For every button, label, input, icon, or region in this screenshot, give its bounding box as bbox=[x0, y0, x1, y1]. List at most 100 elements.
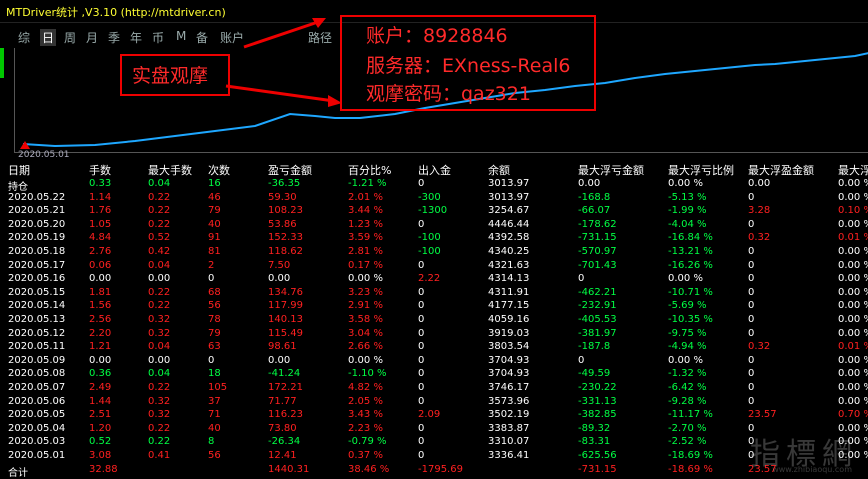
table-cell: -26.34 bbox=[268, 436, 301, 448]
table-cell: -331.13 bbox=[578, 395, 617, 407]
table-cell: -9.28 % bbox=[668, 395, 707, 407]
table-cell: 117.99 bbox=[268, 300, 303, 312]
table-cell: 0.32 bbox=[148, 327, 171, 339]
table-cell: -1.32 % bbox=[668, 368, 707, 380]
table-row[interactable]: 2020.05.20 1.05 0.22 40 53.86 1.23 % 0 4446.44 -… bbox=[0, 219, 868, 232]
table-cell: 0 bbox=[748, 246, 755, 257]
table-row[interactable]: 2020.05.16 0.00 0.00 0 0.00 0.00 % 2.22 4314.13… bbox=[0, 273, 868, 286]
table-cell: 2020.05.15 bbox=[8, 286, 66, 298]
table-cell: 3704.93 bbox=[488, 368, 530, 380]
tab-day[interactable]: 日 bbox=[40, 29, 57, 46]
table-cell: 2.22 bbox=[418, 273, 441, 285]
col-max-lots: 最大手数 bbox=[148, 164, 192, 177]
table-cell: 2020.05.21 bbox=[8, 205, 66, 217]
table-cell: 0.00 % bbox=[838, 218, 868, 230]
table-row[interactable]: 2020.05.05 2.51 0.32 71 116.23 3.43 % 2.09 3502… bbox=[0, 409, 868, 422]
table-cell: 2.20 bbox=[89, 327, 112, 339]
table-row[interactable]: 2020.05.22 1.14 0.22 46 59.30 2.01 % -300 3013.… bbox=[0, 192, 868, 205]
table-row[interactable]: 持仓 0.33 0.04 16 -36.35 -1.21 % 0 3013.97 0.00 0.0… bbox=[0, 178, 868, 193]
table-cell: -41.24 bbox=[268, 368, 301, 380]
table-cell: 0 bbox=[418, 368, 425, 380]
table-cell: 0 bbox=[418, 422, 425, 434]
table-cell: 1.20 bbox=[89, 422, 112, 434]
tab-summary[interactable]: 综 bbox=[18, 29, 30, 46]
table-row[interactable]: 2020.05.11 1.21 0.04 63 98.61 2.66 % 0 3803.54 -… bbox=[0, 341, 868, 354]
table-cell: -405.53 bbox=[578, 314, 617, 325]
tab-year[interactable]: 年 bbox=[130, 29, 142, 46]
table-cell: 4340.25 bbox=[488, 246, 530, 257]
table-cell: 78 bbox=[208, 314, 221, 325]
table-row[interactable]: 2020.05.15 1.81 0.22 68 134.76 3.23 % 0 4311.91… bbox=[0, 287, 868, 300]
server-name: 服务器：EXness-Real6 bbox=[366, 55, 571, 77]
table-row[interactable]: 2020.05.19 4.84 0.52 91 152.33 3.59 % -100 4392… bbox=[0, 232, 868, 245]
tab-account[interactable]: 账户 bbox=[220, 29, 244, 46]
table-cell: -66.07 bbox=[578, 205, 611, 217]
table-cell: -570.97 bbox=[578, 246, 617, 257]
table-row[interactable]: 2020.05.12 2.20 0.32 79 115.49 3.04 % 0 3919.03… bbox=[0, 328, 868, 341]
table-cell: -0.79 % bbox=[348, 436, 387, 448]
tab-week[interactable]: 周 bbox=[64, 29, 76, 46]
table-cell: -36.35 bbox=[268, 178, 301, 189]
table-cell: 2020.05.12 bbox=[8, 327, 66, 339]
table-cell: 2020.05.19 bbox=[8, 232, 66, 244]
table-row[interactable]: 2020.05.18 2.76 0.42 81 118.62 2.81 % -100 4340… bbox=[0, 246, 868, 259]
tab-path[interactable]: 路径 bbox=[308, 29, 332, 46]
table-cell: 0.01 % bbox=[838, 341, 868, 353]
table-cell: 46 bbox=[208, 191, 221, 203]
watermark-url: www.zhibiaoqu.com bbox=[772, 465, 852, 474]
table-row[interactable]: 2020.05.13 2.56 0.32 78 140.13 3.58 % 0 4059.16… bbox=[0, 314, 868, 327]
table-cell: 0.37 % bbox=[348, 450, 383, 461]
table-cell: 0 bbox=[418, 450, 425, 461]
table-cell: 0.32 bbox=[148, 395, 171, 407]
table-row[interactable]: 2020.05.08 0.36 0.04 18 -41.24 -1.10 % 0 3704.9… bbox=[0, 368, 868, 381]
table-cell: 0.00 bbox=[268, 273, 291, 285]
tab-notes[interactable]: 备 bbox=[196, 29, 208, 46]
table-row[interactable]: 2020.05.09 0.00 0.00 0 0.00 0.00 % 0 3704.93 0 0.… bbox=[0, 355, 868, 368]
table-row[interactable]: 2020.05.21 1.76 0.22 79 108.23 3.44 % -1300 325… bbox=[0, 205, 868, 218]
col-count: 次数 bbox=[208, 164, 230, 177]
table-cell: 0.00 bbox=[578, 178, 601, 189]
table-cell: 0.00 bbox=[268, 354, 291, 366]
summary-cell: 32.88 bbox=[89, 463, 118, 475]
table-cell: 0 bbox=[418, 341, 425, 353]
table-cell: 0.32 bbox=[148, 409, 171, 421]
table-row[interactable]: 2020.05.17 0.06 0.04 2 7.50 0.17 % 0 4321.63 -70… bbox=[0, 260, 868, 273]
table-cell: 2.56 bbox=[89, 314, 112, 325]
table-cell: 1.21 bbox=[89, 341, 112, 353]
table-cell: 0.00 % bbox=[668, 273, 703, 285]
table-cell: 0.00 bbox=[148, 273, 171, 285]
table-cell: -1.21 % bbox=[348, 178, 387, 189]
tab-quarter[interactable]: 季 bbox=[108, 29, 120, 46]
table-cell: 68 bbox=[208, 286, 221, 298]
table-cell: 0.22 bbox=[148, 436, 171, 448]
table-row[interactable]: 2020.05.14 1.56 0.22 56 117.99 2.91 % 0 4177.15… bbox=[0, 300, 868, 313]
table-cell: 0 bbox=[208, 273, 215, 285]
table-cell: 56 bbox=[208, 300, 221, 312]
table-cell: 140.13 bbox=[268, 314, 303, 325]
table-cell: -731.15 bbox=[578, 232, 617, 244]
table-cell: 3502.19 bbox=[488, 409, 530, 421]
table-cell: 0 bbox=[748, 354, 755, 366]
table-cell: 0 bbox=[418, 327, 425, 339]
table-cell: 2.76 bbox=[89, 246, 112, 257]
table-cell: -701.43 bbox=[578, 259, 617, 271]
table-row[interactable]: 2020.05.06 1.44 0.32 37 71.77 2.05 % 0 3573.96 -… bbox=[0, 396, 868, 409]
table-row[interactable]: 2020.05.07 2.49 0.22 105 172.21 4.82 % 0 3746.1… bbox=[0, 382, 868, 395]
tab-currency[interactable]: 币 bbox=[152, 29, 164, 46]
table-cell: 0.04 bbox=[148, 178, 171, 189]
table-cell: 0.22 bbox=[148, 422, 171, 434]
table-cell: 0 bbox=[748, 259, 755, 271]
table-cell: -89.32 bbox=[578, 422, 611, 434]
table-cell: 37 bbox=[208, 395, 221, 407]
table-cell: -1300 bbox=[418, 205, 448, 217]
tab-m[interactable]: M bbox=[176, 29, 186, 43]
summary-cell: 1440.31 bbox=[268, 463, 310, 475]
table-cell: 3254.67 bbox=[488, 205, 530, 217]
start-marker-icon bbox=[20, 141, 30, 149]
tab-month[interactable]: 月 bbox=[86, 29, 98, 46]
table-cell: 0.52 bbox=[148, 232, 171, 244]
live-view-label-box: 实盘观摩 bbox=[120, 54, 230, 96]
live-view-label: 实盘观摩 bbox=[132, 65, 209, 87]
table-cell: 1.05 bbox=[89, 218, 112, 230]
table-cell: 0.00 % bbox=[838, 178, 868, 189]
